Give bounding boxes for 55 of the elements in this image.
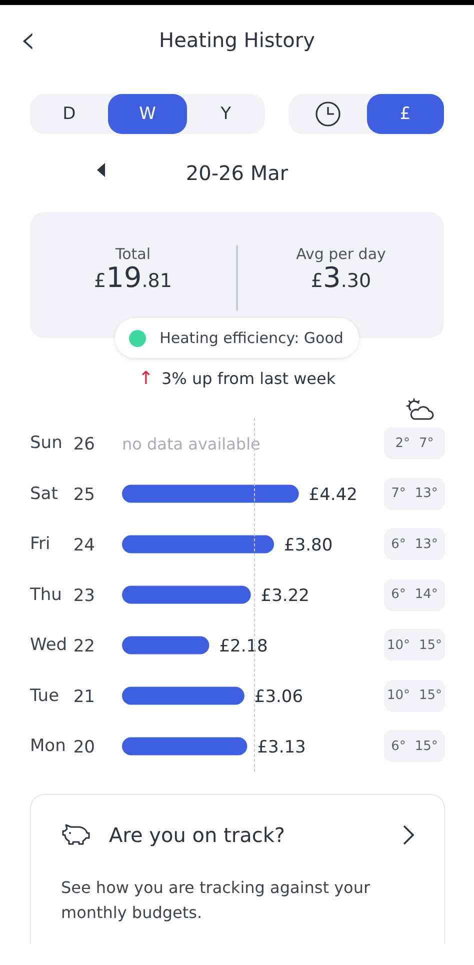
- piggy-bank-icon: [61, 822, 91, 848]
- date-range: 20-26 Mar: [186, 161, 288, 185]
- high-temperature: 15°: [414, 738, 438, 754]
- trend-text: 3% up from last week: [161, 369, 336, 388]
- date-label: 20: [73, 737, 95, 758]
- low-temperature: 10°: [386, 688, 410, 704]
- low-temperature: 6°: [391, 587, 406, 602]
- date-label: 25: [73, 484, 95, 505]
- high-temperature: 13°: [414, 536, 438, 552]
- date-label: 24: [73, 535, 95, 556]
- cost-label: £3.22: [260, 586, 310, 606]
- efficiency-label: Heating efficiency: Good: [160, 329, 344, 347]
- day-label: Tue: [30, 686, 60, 706]
- high-temperature: 15°: [419, 688, 442, 704]
- stat-label: Total: [115, 245, 151, 263]
- period-tab[interactable]: W: [108, 94, 187, 134]
- stat-value: £19.81: [94, 263, 172, 296]
- screen-title: Heating History: [159, 28, 315, 52]
- day-label: Sun: [30, 433, 62, 454]
- high-temperature: 7°: [419, 436, 434, 451]
- clock-icon: [314, 101, 341, 127]
- period-tab[interactable]: Y: [186, 94, 265, 134]
- trend-arrow-icon: ↑: [138, 368, 154, 389]
- stat-label: Avg per day: [296, 245, 386, 263]
- low-temperature: 6°: [391, 738, 406, 754]
- low-temperature: 10°: [386, 638, 410, 653]
- date-label: 21: [73, 686, 95, 707]
- card-title: Are you on track?: [109, 822, 286, 846]
- cost-label: £3.06: [254, 686, 304, 707]
- high-temperature: 15°: [419, 638, 442, 653]
- card-description: See how you are tracking against your monthly budgets.: [61, 876, 372, 924]
- day-label: Mon: [30, 736, 66, 756]
- cost-label: £4.42: [308, 484, 358, 505]
- date-label: 22: [73, 636, 95, 656]
- cost-label: £3.13: [257, 737, 306, 758]
- budget-card[interactable]: Are you on track? See how you are tracking against your monthly budgets.: [30, 794, 445, 944]
- high-temperature: 14°: [414, 587, 438, 602]
- low-temperature: 2°: [395, 436, 410, 451]
- day-label: Sat: [30, 484, 58, 504]
- day-label: Wed: [30, 635, 68, 656]
- chevron-right-icon: [402, 824, 416, 846]
- day-label: Thu: [30, 584, 62, 605]
- no-data-text: no data available: [122, 434, 260, 454]
- back-button[interactable]: ‹: [14, 20, 42, 60]
- period-tab[interactable]: D: [30, 94, 108, 134]
- date-label: 23: [73, 586, 95, 606]
- low-temperature: 7°: [391, 486, 406, 502]
- date-label: 26: [73, 434, 95, 454]
- cost-label: £3.80: [284, 535, 333, 556]
- low-temperature: 6°: [391, 536, 406, 552]
- cost-label: £2.18: [219, 636, 268, 656]
- stat-value: £3.30: [310, 263, 372, 296]
- high-temperature: 13°: [414, 486, 438, 502]
- currency-tab[interactable]: £: [366, 94, 444, 134]
- day-label: Fri: [30, 534, 50, 554]
